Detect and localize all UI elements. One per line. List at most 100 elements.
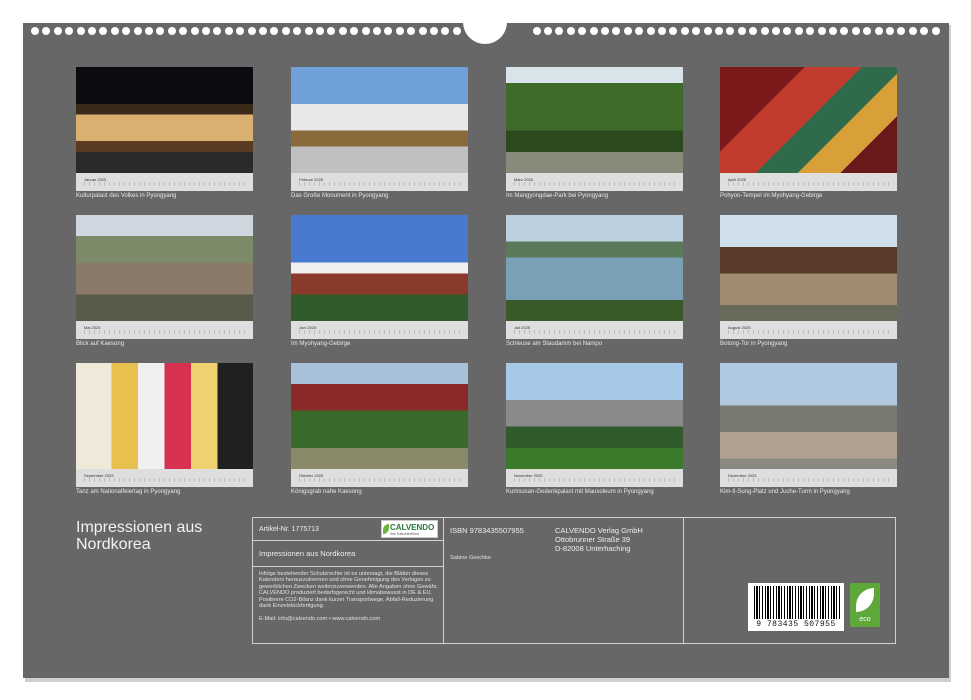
- publisher-address: CALVENDO Verlag GmbH Ottobrunner Straße …: [555, 526, 643, 553]
- barcode-number: 9 783435 507955: [756, 620, 836, 629]
- month-tile: Juli 2025 Schleuse am Staudamm bei Nampo: [506, 215, 683, 347]
- month-calendar-strip: Januar 2025: [76, 173, 253, 191]
- binding-hole: [53, 27, 62, 35]
- binding-hole: [749, 27, 758, 35]
- month-calendar-strip: März 2025: [506, 173, 683, 191]
- binding-hole: [680, 27, 689, 35]
- divider: [683, 518, 684, 643]
- calendar-title: Impressionen aus Nordkorea: [76, 519, 203, 553]
- month-photo: [506, 215, 683, 321]
- eco-badge: eco: [850, 583, 880, 627]
- day-grid: [299, 478, 462, 482]
- binding-hole: [31, 27, 39, 35]
- binding-hole: [783, 27, 792, 35]
- month-tile: März 2025 Im Mangyongdae-Park bei Pyongya…: [506, 67, 683, 199]
- binding-hole: [851, 27, 860, 35]
- month-tile: Dezember 2025 Kim-Il-Sung-Platz und Juche…: [720, 363, 897, 495]
- month-tile: Juni 2025 Im Myohyang-Gebirge: [291, 215, 468, 347]
- day-grid: [514, 478, 677, 482]
- binding-hole: [384, 27, 393, 35]
- binding-hole: [658, 27, 666, 35]
- binding-hole: [920, 27, 929, 35]
- month-calendar-strip: Dezember 2025: [720, 469, 897, 487]
- binding-hole: [418, 27, 427, 35]
- binding-hole: [555, 27, 564, 35]
- binding-hole: [167, 27, 176, 35]
- binding-hole: [350, 27, 359, 35]
- photo-caption: Kim-Il-Sung-Platz und Juche-Turm in Pyon…: [720, 489, 850, 495]
- photo-caption: Botong-Tor in Pyongyang: [720, 341, 788, 347]
- binding-hole: [794, 27, 803, 35]
- isbn: ISBN 9783435507955: [450, 526, 524, 535]
- binding-hole: [316, 27, 324, 35]
- binding-hole: [931, 27, 940, 35]
- day-grid: [84, 182, 247, 186]
- binding-hole: [110, 27, 119, 35]
- binding-hole: [863, 27, 872, 35]
- barcode: 9 783435 507955: [748, 583, 844, 631]
- binding-hole: [236, 27, 245, 35]
- binding-hole: [76, 27, 85, 35]
- binding-hole: [270, 27, 279, 35]
- binding-hole: [361, 27, 370, 35]
- photo-caption: Im Mangyongdae-Park bei Pyongyang: [506, 193, 609, 199]
- binding-hole: [760, 27, 769, 35]
- binding-hole: [737, 27, 746, 35]
- photo-caption: Königsgrab nahe Kaesong: [291, 489, 362, 495]
- day-grid: [84, 478, 247, 482]
- month-tile: Oktober 2025 Königsgrab nahe Kaesong: [291, 363, 468, 495]
- month-tile: April 2025 Pohyon-Tempel im Myohyang-Gebi…: [720, 67, 897, 199]
- legal-text: Infolge bestehender Schutzrechte ist es …: [259, 571, 438, 610]
- month-tile: August 2025 Botong-Tor in Pyongyang: [720, 215, 897, 347]
- binding-hole: [623, 27, 632, 35]
- binding-hole: [601, 27, 609, 35]
- month-photo: [506, 67, 683, 173]
- binding-hole: [133, 27, 142, 35]
- binding-hole: [829, 27, 837, 35]
- month-tile: November 2025 Kumsusan-Gedenkpalast mit M…: [506, 363, 683, 495]
- info-box: Artikel-Nr. 1775713 CALVENDO Ihre Kalend…: [252, 517, 896, 644]
- binding-hole: [646, 27, 655, 35]
- month-calendar-strip: August 2025: [720, 321, 897, 339]
- photo-caption: Kulturpalast des Volkes in Pyongyang: [76, 193, 177, 199]
- binding-hole: [281, 27, 290, 35]
- binding-hole: [156, 27, 165, 35]
- binding-hole: [635, 27, 644, 35]
- month-photo: [76, 67, 253, 173]
- binding-hole: [247, 27, 256, 35]
- binding-hole: [566, 27, 575, 35]
- binding-hole: [532, 27, 541, 35]
- binding-hole: [373, 27, 381, 35]
- day-grid: [514, 330, 677, 334]
- photo-caption: Kumsusan-Gedenkpalast mit Mausoleum in P…: [506, 489, 654, 495]
- binding-hole: [692, 27, 701, 35]
- month-calendar-strip: April 2025: [720, 173, 897, 191]
- binding-hole: [224, 27, 233, 35]
- binding-hole: [441, 27, 450, 35]
- month-tile: Februar 2025 Das Große Monument in Pyongy…: [291, 67, 468, 199]
- month-calendar-strip: November 2025: [506, 469, 683, 487]
- binding-hole: [840, 27, 849, 35]
- binding-hole: [886, 27, 894, 35]
- binding-hole: [338, 27, 347, 35]
- binding-hole: [612, 27, 621, 35]
- day-grid: [299, 330, 462, 334]
- binding-hole: [202, 27, 210, 35]
- leaf-icon: [856, 588, 874, 612]
- calvendo-logo: CALVENDO Ihre Kalenderfirma: [381, 520, 438, 538]
- binding-hole: [669, 27, 678, 35]
- binding-hole: [304, 27, 313, 35]
- binding-hole: [122, 27, 131, 35]
- month-photo: [720, 67, 897, 173]
- month-photo: [506, 363, 683, 469]
- day-grid: [728, 182, 891, 186]
- photo-caption: Blick auf Kaesong: [76, 341, 125, 347]
- month-photo: [76, 363, 253, 469]
- month-photo: [720, 215, 897, 321]
- contact-text: E-Mail: info@calvendo.com • www.calvendo…: [259, 616, 381, 622]
- binding-hole: [213, 27, 222, 35]
- binding-hole: [293, 27, 302, 35]
- binding-hole: [190, 27, 199, 35]
- binding-hole: [726, 27, 735, 35]
- photo-caption: Schleuse am Staudamm bei Nampo: [506, 341, 603, 347]
